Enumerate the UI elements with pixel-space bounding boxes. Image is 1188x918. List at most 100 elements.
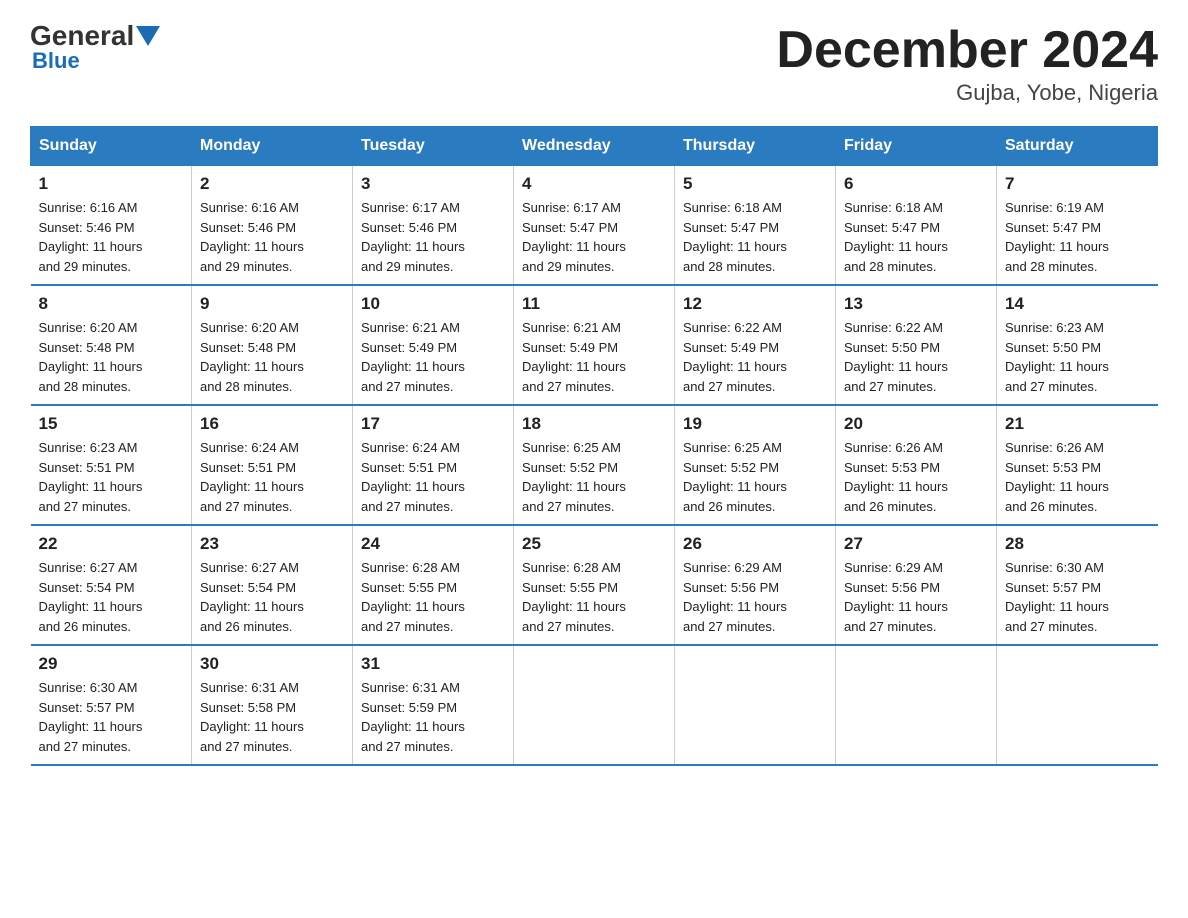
header-saturday: Saturday xyxy=(997,127,1158,166)
header-tuesday: Tuesday xyxy=(353,127,514,166)
table-row: 10 Sunrise: 6:21 AM Sunset: 5:49 PM Dayl… xyxy=(353,285,514,405)
table-row: 1 Sunrise: 6:16 AM Sunset: 5:46 PM Dayli… xyxy=(31,166,192,286)
table-row: 5 Sunrise: 6:18 AM Sunset: 5:47 PM Dayli… xyxy=(675,166,836,286)
calendar-week-row: 15 Sunrise: 6:23 AM Sunset: 5:51 PM Dayl… xyxy=(31,405,1158,525)
table-row: 7 Sunrise: 6:19 AM Sunset: 5:47 PM Dayli… xyxy=(997,166,1158,286)
calendar-week-row: 8 Sunrise: 6:20 AM Sunset: 5:48 PM Dayli… xyxy=(31,285,1158,405)
day-info: Sunrise: 6:27 AM Sunset: 5:54 PM Dayligh… xyxy=(200,558,344,636)
day-info: Sunrise: 6:20 AM Sunset: 5:48 PM Dayligh… xyxy=(200,318,344,396)
day-info: Sunrise: 6:19 AM Sunset: 5:47 PM Dayligh… xyxy=(1005,198,1150,276)
day-number: 4 xyxy=(522,174,666,194)
day-number: 12 xyxy=(683,294,827,314)
header-thursday: Thursday xyxy=(675,127,836,166)
day-number: 26 xyxy=(683,534,827,554)
logo-triangle-icon xyxy=(136,26,160,46)
day-number: 18 xyxy=(522,414,666,434)
day-info: Sunrise: 6:31 AM Sunset: 5:58 PM Dayligh… xyxy=(200,678,344,756)
calendar-header-row: Sunday Monday Tuesday Wednesday Thursday… xyxy=(31,127,1158,166)
table-row xyxy=(675,645,836,765)
day-number: 5 xyxy=(683,174,827,194)
day-info: Sunrise: 6:16 AM Sunset: 5:46 PM Dayligh… xyxy=(39,198,184,276)
day-info: Sunrise: 6:21 AM Sunset: 5:49 PM Dayligh… xyxy=(361,318,505,396)
day-info: Sunrise: 6:22 AM Sunset: 5:50 PM Dayligh… xyxy=(844,318,988,396)
header-monday: Monday xyxy=(192,127,353,166)
day-number: 31 xyxy=(361,654,505,674)
table-row: 25 Sunrise: 6:28 AM Sunset: 5:55 PM Dayl… xyxy=(514,525,675,645)
table-row: 20 Sunrise: 6:26 AM Sunset: 5:53 PM Dayl… xyxy=(836,405,997,525)
day-info: Sunrise: 6:23 AM Sunset: 5:50 PM Dayligh… xyxy=(1005,318,1150,396)
day-number: 28 xyxy=(1005,534,1150,554)
day-info: Sunrise: 6:28 AM Sunset: 5:55 PM Dayligh… xyxy=(361,558,505,636)
header-friday: Friday xyxy=(836,127,997,166)
day-number: 20 xyxy=(844,414,988,434)
table-row: 13 Sunrise: 6:22 AM Sunset: 5:50 PM Dayl… xyxy=(836,285,997,405)
table-row: 18 Sunrise: 6:25 AM Sunset: 5:52 PM Dayl… xyxy=(514,405,675,525)
day-number: 21 xyxy=(1005,414,1150,434)
day-info: Sunrise: 6:20 AM Sunset: 5:48 PM Dayligh… xyxy=(39,318,184,396)
day-number: 3 xyxy=(361,174,505,194)
logo: General Blue xyxy=(30,20,162,74)
table-row: 12 Sunrise: 6:22 AM Sunset: 5:49 PM Dayl… xyxy=(675,285,836,405)
day-info: Sunrise: 6:30 AM Sunset: 5:57 PM Dayligh… xyxy=(39,678,184,756)
day-info: Sunrise: 6:17 AM Sunset: 5:47 PM Dayligh… xyxy=(522,198,666,276)
table-row: 29 Sunrise: 6:30 AM Sunset: 5:57 PM Dayl… xyxy=(31,645,192,765)
table-row: 27 Sunrise: 6:29 AM Sunset: 5:56 PM Dayl… xyxy=(836,525,997,645)
page-title: December 2024 xyxy=(776,20,1158,80)
table-row: 16 Sunrise: 6:24 AM Sunset: 5:51 PM Dayl… xyxy=(192,405,353,525)
day-number: 16 xyxy=(200,414,344,434)
day-number: 25 xyxy=(522,534,666,554)
table-row xyxy=(997,645,1158,765)
day-number: 15 xyxy=(39,414,184,434)
day-info: Sunrise: 6:17 AM Sunset: 5:46 PM Dayligh… xyxy=(361,198,505,276)
day-info: Sunrise: 6:21 AM Sunset: 5:49 PM Dayligh… xyxy=(522,318,666,396)
day-number: 8 xyxy=(39,294,184,314)
page-subtitle: Gujba, Yobe, Nigeria xyxy=(776,80,1158,106)
table-row: 2 Sunrise: 6:16 AM Sunset: 5:46 PM Dayli… xyxy=(192,166,353,286)
day-info: Sunrise: 6:23 AM Sunset: 5:51 PM Dayligh… xyxy=(39,438,184,516)
table-row: 22 Sunrise: 6:27 AM Sunset: 5:54 PM Dayl… xyxy=(31,525,192,645)
day-info: Sunrise: 6:18 AM Sunset: 5:47 PM Dayligh… xyxy=(683,198,827,276)
day-info: Sunrise: 6:29 AM Sunset: 5:56 PM Dayligh… xyxy=(683,558,827,636)
calendar-table: Sunday Monday Tuesday Wednesday Thursday… xyxy=(30,126,1158,766)
calendar-week-row: 29 Sunrise: 6:30 AM Sunset: 5:57 PM Dayl… xyxy=(31,645,1158,765)
day-info: Sunrise: 6:25 AM Sunset: 5:52 PM Dayligh… xyxy=(522,438,666,516)
day-number: 6 xyxy=(844,174,988,194)
header-wednesday: Wednesday xyxy=(514,127,675,166)
table-row: 30 Sunrise: 6:31 AM Sunset: 5:58 PM Dayl… xyxy=(192,645,353,765)
day-number: 27 xyxy=(844,534,988,554)
day-info: Sunrise: 6:25 AM Sunset: 5:52 PM Dayligh… xyxy=(683,438,827,516)
table-row: 21 Sunrise: 6:26 AM Sunset: 5:53 PM Dayl… xyxy=(997,405,1158,525)
day-info: Sunrise: 6:22 AM Sunset: 5:49 PM Dayligh… xyxy=(683,318,827,396)
day-info: Sunrise: 6:26 AM Sunset: 5:53 PM Dayligh… xyxy=(1005,438,1150,516)
table-row: 19 Sunrise: 6:25 AM Sunset: 5:52 PM Dayl… xyxy=(675,405,836,525)
table-row: 14 Sunrise: 6:23 AM Sunset: 5:50 PM Dayl… xyxy=(997,285,1158,405)
day-info: Sunrise: 6:18 AM Sunset: 5:47 PM Dayligh… xyxy=(844,198,988,276)
day-info: Sunrise: 6:26 AM Sunset: 5:53 PM Dayligh… xyxy=(844,438,988,516)
table-row: 23 Sunrise: 6:27 AM Sunset: 5:54 PM Dayl… xyxy=(192,525,353,645)
day-info: Sunrise: 6:31 AM Sunset: 5:59 PM Dayligh… xyxy=(361,678,505,756)
day-number: 29 xyxy=(39,654,184,674)
day-number: 11 xyxy=(522,294,666,314)
day-number: 1 xyxy=(39,174,184,194)
header-sunday: Sunday xyxy=(31,127,192,166)
table-row: 28 Sunrise: 6:30 AM Sunset: 5:57 PM Dayl… xyxy=(997,525,1158,645)
table-row: 11 Sunrise: 6:21 AM Sunset: 5:49 PM Dayl… xyxy=(514,285,675,405)
day-info: Sunrise: 6:30 AM Sunset: 5:57 PM Dayligh… xyxy=(1005,558,1150,636)
day-number: 23 xyxy=(200,534,344,554)
calendar-week-row: 22 Sunrise: 6:27 AM Sunset: 5:54 PM Dayl… xyxy=(31,525,1158,645)
logo-blue-text: Blue xyxy=(32,48,80,74)
table-row: 9 Sunrise: 6:20 AM Sunset: 5:48 PM Dayli… xyxy=(192,285,353,405)
table-row: 17 Sunrise: 6:24 AM Sunset: 5:51 PM Dayl… xyxy=(353,405,514,525)
day-number: 10 xyxy=(361,294,505,314)
table-row xyxy=(836,645,997,765)
day-number: 24 xyxy=(361,534,505,554)
day-number: 9 xyxy=(200,294,344,314)
calendar-week-row: 1 Sunrise: 6:16 AM Sunset: 5:46 PM Dayli… xyxy=(31,166,1158,286)
day-info: Sunrise: 6:24 AM Sunset: 5:51 PM Dayligh… xyxy=(200,438,344,516)
day-number: 19 xyxy=(683,414,827,434)
table-row: 8 Sunrise: 6:20 AM Sunset: 5:48 PM Dayli… xyxy=(31,285,192,405)
day-info: Sunrise: 6:24 AM Sunset: 5:51 PM Dayligh… xyxy=(361,438,505,516)
table-row: 4 Sunrise: 6:17 AM Sunset: 5:47 PM Dayli… xyxy=(514,166,675,286)
table-row xyxy=(514,645,675,765)
day-info: Sunrise: 6:27 AM Sunset: 5:54 PM Dayligh… xyxy=(39,558,184,636)
